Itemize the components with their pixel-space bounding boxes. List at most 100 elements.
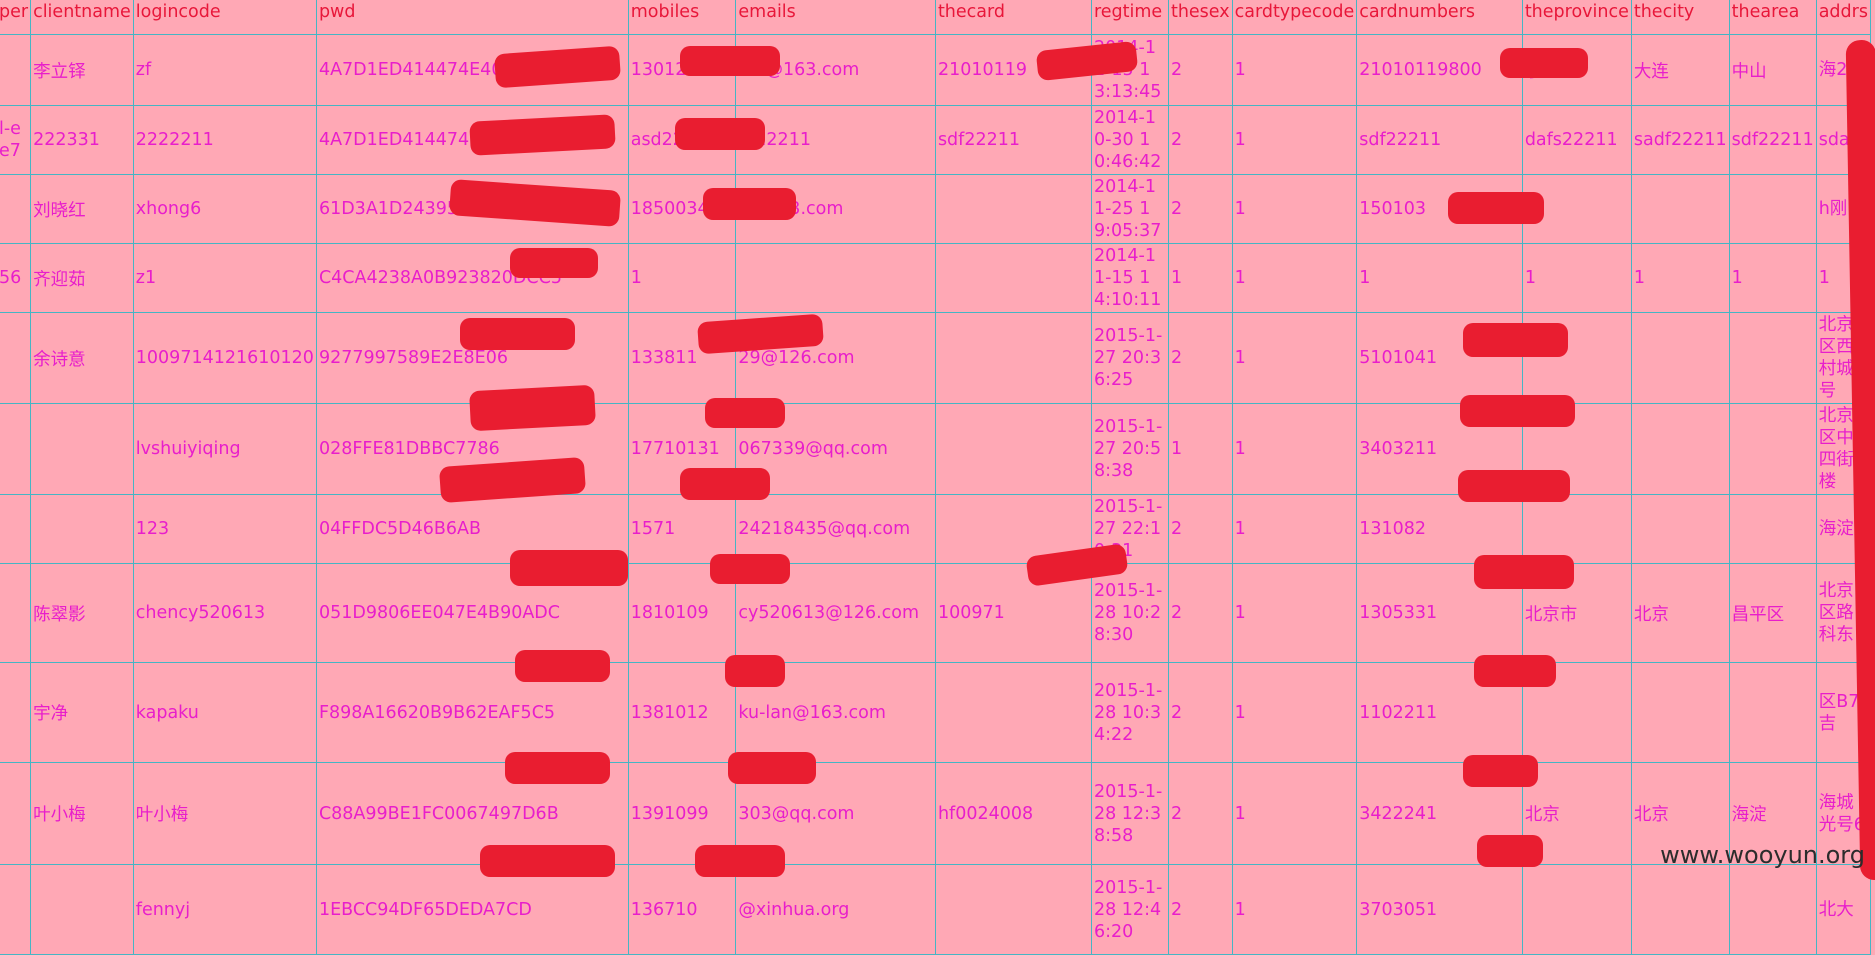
cell-logincode[interactable]: lvshuiyiqing [132, 403, 317, 495]
table-row[interactable]: 余诗意 1009714121610120 9277997589E2E8E06 1338… [0, 312, 1872, 404]
cell-mobiles[interactable]: 1381012 [627, 662, 737, 763]
cell-regtime[interactable]: 2014-10-30 10:46:42 [1090, 105, 1169, 175]
cell-clientname[interactable]: 叶小梅 [30, 762, 134, 865]
header-logincode[interactable]: logincode [132, 0, 317, 35]
table-row[interactable]: 123 04FFDC5D46B6AB 1571 24218435@qq.com 2015… [0, 494, 1872, 564]
cell-thearea[interactable]: sdf22211 [1728, 105, 1817, 175]
header-thecity[interactable]: thecity [1630, 0, 1730, 35]
cell-emails[interactable] [735, 243, 936, 313]
cell-thecity[interactable]: 大连 [1630, 34, 1730, 106]
header-regtime[interactable]: regtime [1090, 0, 1169, 35]
cell-thearea[interactable] [1728, 312, 1817, 404]
cell-per[interactable] [0, 864, 32, 955]
cell-thearea[interactable]: 中山 [1728, 34, 1817, 106]
cell-logincode[interactable]: fennyj [132, 864, 317, 955]
cell-cardtypecode[interactable]: 1 [1231, 174, 1358, 244]
cell-logincode[interactable]: zf [132, 34, 317, 106]
cell-thesex[interactable]: 2 [1167, 34, 1233, 106]
table-row[interactable]: 刘晓红xhong661D3A1D243956C4DC018500346@163.… [0, 174, 1872, 244]
cell-thecity[interactable]: sadf22211 [1630, 105, 1730, 175]
cell-thesex[interactable]: 2 [1167, 105, 1233, 175]
cell-thecard[interactable]: hf0024008 [934, 762, 1092, 865]
cell-thecity[interactable] [1630, 662, 1730, 763]
cell-regtime[interactable]: 2015-1-27 20:58:38 [1090, 403, 1169, 495]
cell-thecity[interactable] [1630, 174, 1730, 244]
cell-thearea[interactable] [1728, 864, 1817, 955]
cell-thecard[interactable] [934, 403, 1092, 495]
cell-cardtypecode[interactable]: 1 [1231, 105, 1358, 175]
header-cardnumbers[interactable]: cardnumbers [1356, 0, 1523, 35]
cell-clientname[interactable]: 宇净 [30, 662, 134, 763]
cell-logincode[interactable]: 叶小梅 [132, 762, 317, 865]
cell-cardnumbers[interactable]: 3703051 [1356, 864, 1523, 955]
cell-logincode[interactable]: 123 [132, 494, 317, 564]
cell-thesex[interactable]: 2 [1167, 174, 1233, 244]
cell-thesex[interactable]: 1 [1167, 243, 1233, 313]
cell-thecard[interactable] [934, 174, 1092, 244]
cell-thesex[interactable]: 2 [1167, 762, 1233, 865]
cell-theprovince[interactable]: dafs22211 [1521, 105, 1632, 175]
cell-clientname[interactable]: 刘晓红 [30, 174, 134, 244]
cell-cardtypecode[interactable]: 1 [1231, 403, 1358, 495]
cell-theprovince[interactable] [1521, 864, 1632, 955]
cell-thesex[interactable]: 2 [1167, 864, 1233, 955]
cell-cardtypecode[interactable]: 1 [1231, 563, 1358, 663]
header-mobiles[interactable]: mobiles [627, 0, 737, 35]
cell-cardnumbers[interactable]: 21010119800 [1356, 34, 1523, 106]
cell-thearea[interactable] [1728, 662, 1817, 763]
header-clientname[interactable]: clientname [30, 0, 134, 35]
cell-cardnumbers[interactable]: 1 [1356, 243, 1523, 313]
cell-thesex[interactable]: 2 [1167, 563, 1233, 663]
cell-mobiles[interactable]: 136710 [627, 864, 737, 955]
table-row[interactable]: 叶小梅 叶小梅 C88A99BE1FC0067497D6B 1391099 303@qq… [0, 762, 1872, 865]
cell-logincode[interactable]: 2222211 [132, 105, 317, 175]
cell-cardtypecode[interactable]: 1 [1231, 494, 1358, 564]
header-pwd[interactable]: pwd [315, 0, 629, 35]
cell-regtime[interactable]: 2014-11-15 14:10:11 [1090, 243, 1169, 313]
cell-regtime[interactable]: 2015-1-28 12:46:20 [1090, 864, 1169, 955]
cell-per[interactable] [0, 174, 32, 244]
cell-thecard[interactable]: sdf22211 [934, 105, 1092, 175]
cell-thecity[interactable] [1630, 312, 1730, 404]
cell-emails[interactable]: @xinhua.org [735, 864, 936, 955]
cell-thesex[interactable]: 1 [1167, 403, 1233, 495]
cell-per[interactable] [0, 762, 32, 865]
cell-cardtypecode[interactable]: 1 [1231, 864, 1358, 955]
header-thearea[interactable]: thearea [1728, 0, 1817, 35]
cell-cardtypecode[interactable]: 1 [1231, 243, 1358, 313]
cell-logincode[interactable]: xhong6 [132, 174, 317, 244]
table-row[interactable]: lvshuiyiqing 028FFE81DBBC7786 17710131 0673… [0, 403, 1872, 495]
cell-clientname[interactable]: 222331 [30, 105, 134, 175]
table-row[interactable]: 李立铎 zf 4A7D1ED414474E4033AC 13012 hui@163.co… [0, 34, 1872, 106]
cell-addrs[interactable]: 北大 [1815, 864, 1872, 955]
cell-logincode[interactable]: z1 [132, 243, 317, 313]
cell-logincode[interactable]: chency520613 [132, 563, 317, 663]
cell-per[interactable] [0, 312, 32, 404]
cell-cardtypecode[interactable]: 1 [1231, 662, 1358, 763]
header-emails[interactable]: emails [735, 0, 936, 35]
header-per[interactable]: per [0, 0, 32, 35]
cell-regtime[interactable]: 2015-1-27 20:36:25 [1090, 312, 1169, 404]
header-thecard[interactable]: thecard [934, 0, 1092, 35]
cell-cardnumbers[interactable]: 131082 [1356, 494, 1523, 564]
cell-thearea[interactable] [1728, 494, 1817, 564]
cell-thecard[interactable] [934, 864, 1092, 955]
cell-per[interactable] [0, 662, 32, 763]
cell-per[interactable] [0, 403, 32, 495]
cell-clientname[interactable]: 陈翠影 [30, 563, 134, 663]
cell-per[interactable] [0, 494, 32, 564]
cell-pwd[interactable]: 1EBCC94DF65DEDA7CD [315, 864, 629, 955]
cell-thesex[interactable]: 2 [1167, 312, 1233, 404]
cell-per[interactable]: l-ee7 [0, 105, 32, 175]
cell-per[interactable] [0, 563, 32, 663]
header-thesex[interactable]: thesex [1167, 0, 1233, 35]
cell-theprovince[interactable]: 1 [1521, 243, 1632, 313]
cell-cardtypecode[interactable]: 1 [1231, 34, 1358, 106]
cell-clientname[interactable]: 余诗意 [30, 312, 134, 404]
cell-regtime[interactable]: 2015-1-28 10:34:22 [1090, 662, 1169, 763]
table-row[interactable]: 56 齐迎茹 z1 C4CA4238A0B923820DCC5 1 2014-11-15 … [0, 243, 1872, 313]
cell-thecity[interactable] [1630, 494, 1730, 564]
cell-thearea[interactable]: 1 [1728, 243, 1817, 313]
cell-thearea[interactable]: 昌平区 [1728, 563, 1817, 663]
cell-regtime[interactable]: 2015-1-28 10:28:30 [1090, 563, 1169, 663]
